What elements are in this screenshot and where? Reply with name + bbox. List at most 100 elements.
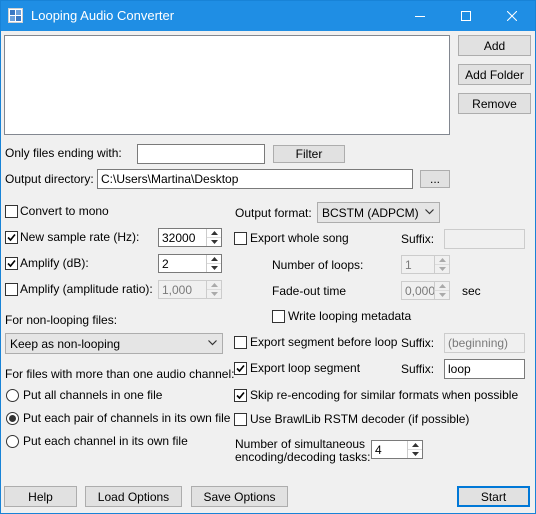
tasks-value: 4 [375, 443, 382, 457]
maximize-button[interactable] [443, 1, 489, 31]
export-whole-suffix-label: Suffix: [401, 232, 435, 246]
arrow-up-icon [438, 257, 446, 262]
channels-label: For files with more than one audio chann… [5, 367, 235, 381]
loops-value: 1 [405, 258, 412, 272]
spin-down-button[interactable] [435, 265, 449, 274]
amplify-ratio-checkbox[interactable] [5, 283, 18, 296]
radio-all-channels[interactable] [6, 389, 19, 402]
export-loop-label: Export loop segment [250, 361, 361, 375]
window-title: Looping Audio Converter [31, 8, 175, 23]
load-options-button[interactable]: Load Options [85, 486, 182, 507]
browse-button[interactable]: ... [420, 170, 450, 188]
close-button[interactable] [489, 1, 535, 31]
output-dir-input[interactable]: C:\Users\Martina\Desktop [97, 169, 413, 189]
help-button[interactable]: Help [4, 486, 77, 507]
arrow-up-icon [210, 256, 218, 261]
tasks-spinner[interactable]: 4 [371, 440, 423, 459]
amplify-ratio-spinner[interactable]: 1,000 [158, 280, 222, 299]
amplify-ratio-value: 1,000 [162, 283, 193, 297]
sample-rate-label: New sample rate (Hz): [20, 230, 140, 244]
write-meta-label: Write looping metadata [288, 309, 412, 323]
export-loop-suffix-label: Suffix: [401, 362, 435, 376]
brawllib-checkbox[interactable] [234, 413, 247, 426]
spin-down-button[interactable] [207, 290, 221, 299]
skip-reencode-checkbox[interactable] [234, 389, 247, 402]
arrow-down-icon [411, 451, 419, 456]
chevron-down-icon [425, 209, 434, 215]
amplify-ratio-label: Amplify (amplitude ratio): [20, 282, 153, 296]
sample-rate-checkbox[interactable] [5, 231, 18, 244]
sample-rate-value: 32000 [162, 231, 196, 245]
fadeout-value: 0,000 [405, 284, 436, 298]
export-before-suffix-label: Suffix: [401, 336, 435, 350]
tasks-label-line2: encoding/decoding tasks: [235, 450, 371, 464]
arrow-down-icon [210, 239, 218, 244]
convert-mono-checkbox[interactable] [5, 205, 18, 218]
add-folder-button[interactable]: Add Folder [458, 64, 531, 85]
amplify-db-label: Amplify (dB): [20, 256, 89, 270]
save-options-button[interactable]: Save Options [191, 486, 288, 507]
amplify-db-spinner[interactable]: 2 [158, 254, 222, 273]
export-loop-checkbox[interactable] [234, 362, 247, 375]
minimize-icon [415, 16, 425, 17]
arrow-up-icon [438, 283, 446, 288]
remove-button[interactable]: Remove [458, 93, 531, 114]
amplify-db-checkbox[interactable] [5, 257, 18, 270]
spin-down-button[interactable] [408, 450, 422, 459]
brawllib-label: Use BrawlLib RSTM decoder (if possible) [250, 412, 470, 426]
arrow-down-icon [210, 265, 218, 270]
add-button[interactable]: Add [458, 35, 531, 56]
output-format-dropdown[interactable]: BCSTM (ADPCM) [317, 202, 440, 223]
spin-up-button[interactable] [435, 282, 449, 291]
fadeout-label: Fade-out time [272, 284, 347, 298]
output-format-value: BCSTM (ADPCM) [322, 206, 419, 220]
start-button[interactable]: Start [457, 486, 530, 507]
minimize-button[interactable] [397, 1, 443, 31]
radio-each-channel-label: Put each channel in its own file [23, 434, 188, 448]
spin-up-button[interactable] [207, 255, 221, 264]
file-list[interactable] [4, 35, 450, 135]
checkmark-icon [7, 233, 16, 242]
export-whole-checkbox[interactable] [234, 232, 247, 245]
checkmark-icon [236, 364, 245, 373]
export-whole-suffix-input[interactable] [444, 229, 525, 249]
spin-down-button[interactable] [207, 238, 221, 247]
close-icon [507, 11, 517, 21]
fadeout-spinner[interactable]: 0,000 [401, 281, 450, 300]
export-before-label: Export segment before loop [250, 335, 398, 349]
filter-button[interactable]: Filter [273, 145, 345, 163]
title-bar[interactable]: Looping Audio Converter [1, 1, 535, 31]
spin-down-button[interactable] [435, 291, 449, 300]
loops-label: Number of loops: [272, 258, 364, 272]
output-dir-label: Output directory: [5, 172, 94, 186]
sample-rate-spinner[interactable]: 32000 [158, 228, 222, 247]
export-before-suffix-input[interactable]: (beginning) [444, 333, 525, 353]
spin-up-button[interactable] [408, 441, 422, 450]
export-loop-suffix-input[interactable]: loop [444, 359, 525, 379]
loops-spinner[interactable]: 1 [401, 255, 450, 274]
write-meta-checkbox[interactable] [272, 310, 285, 323]
arrow-down-icon [438, 292, 446, 297]
radio-pair-channels[interactable] [6, 412, 19, 425]
filter-input[interactable] [137, 144, 265, 164]
spin-down-button[interactable] [207, 264, 221, 273]
app-icon [8, 8, 23, 23]
filter-label: Only files ending with: [5, 146, 122, 160]
spin-up-button[interactable] [207, 281, 221, 290]
fadeout-unit: sec [462, 284, 481, 298]
checkmark-icon [236, 391, 245, 400]
non-looping-label: For non-looping files: [5, 313, 118, 327]
amplify-db-value: 2 [162, 257, 169, 271]
non-looping-dropdown[interactable]: Keep as non-looping [5, 333, 223, 354]
spin-up-button[interactable] [435, 256, 449, 265]
arrow-up-icon [210, 230, 218, 235]
export-before-checkbox[interactable] [234, 336, 247, 349]
tasks-label-line1: Number of simultaneous [235, 437, 366, 451]
spin-up-button[interactable] [207, 229, 221, 238]
radio-each-channel[interactable] [6, 435, 19, 448]
arrow-down-icon [210, 291, 218, 296]
export-whole-label: Export whole song [250, 231, 349, 245]
chevron-down-icon [208, 340, 217, 346]
skip-reencode-label: Skip re-encoding for similar formats whe… [250, 388, 519, 402]
non-looping-value: Keep as non-looping [10, 337, 121, 351]
